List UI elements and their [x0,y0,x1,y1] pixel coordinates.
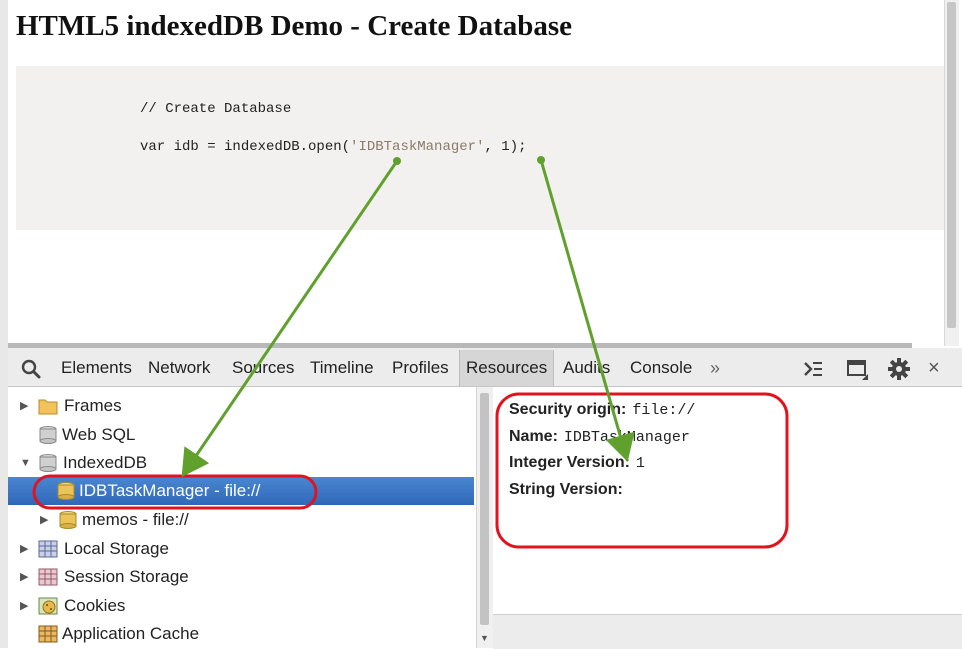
folder-icon [38,399,58,415]
database-details-panel: Security origin: file:// Name: IDBTaskMana… [493,387,962,614]
detail-key: Integer Version: [509,454,630,471]
tree-item-cookies[interactable]: ▶ Cookies [8,592,474,620]
sidebar-scrollbar-thumb[interactable] [480,393,489,625]
tree-item-session-storage[interactable]: ▶ Session Storage [8,563,474,591]
tree-item-application-cache[interactable]: Application Cache [8,620,474,648]
detail-string-version: String Version: [509,481,629,499]
tree-label: Frames [64,396,122,415]
tree-item-web-sql[interactable]: Web SQL [8,421,474,449]
detail-security-origin: Security origin: file:// [509,401,695,419]
expand-triangle-icon[interactable]: ▶ [40,506,48,534]
detail-name: Name: IDBTaskManager [509,428,690,446]
dock-icon[interactable] [846,358,868,380]
code-comment: // Create Database [140,101,292,117]
page-scrollbar-thumb[interactable] [947,2,956,328]
tab-sources[interactable]: Sources [232,350,294,386]
expand-triangle-icon[interactable]: ▶ [20,592,28,620]
expand-triangle-icon[interactable]: ▶ [20,563,28,591]
database-icon [59,511,77,529]
detail-key: Name: [509,428,558,445]
tree-item-memos[interactable]: ▶ memos - file:// [8,506,474,534]
detail-value: 1 [635,455,645,472]
tab-console[interactable]: Console [630,350,692,386]
code-version-number: 1 [501,139,510,155]
code-db-name-string: 'IDBTaskManager' [350,139,485,155]
tab-timeline[interactable]: Timeline [310,350,374,386]
tabs-overflow-chevron[interactable]: » [710,350,720,386]
tree-label: IDBTaskManager - file:// [79,481,261,500]
tree-label: IndexedDB [63,453,148,472]
resources-sidebar-tree: ▶ Frames Web SQL ▼ IndexedDB IDBTaskMana… [8,387,476,648]
code-mid: , [484,139,502,155]
tree-label: Session Storage [64,567,189,586]
details-footer [493,614,962,649]
grid-icon [38,625,58,643]
tree-label: memos - file:// [82,510,189,529]
tab-network[interactable]: Network [148,350,210,386]
database-icon [39,426,57,444]
tree-label: Local Storage [64,539,169,558]
tree-item-local-storage[interactable]: ▶ Local Storage [8,535,474,563]
collapse-triangle-icon[interactable]: ▼ [20,449,31,477]
detail-value: file:// [632,402,696,419]
search-icon[interactable] [20,358,42,380]
expand-triangle-icon[interactable]: ▶ [20,535,28,563]
tree-item-frames[interactable]: ▶ Frames [8,392,474,420]
page-scrollbar[interactable] [944,0,959,346]
detail-value: IDBTaskManager [563,429,690,446]
database-icon [39,454,57,472]
tree-item-indexeddb[interactable]: ▼ IndexedDB [8,449,474,477]
tree-label: Cookies [64,596,126,615]
tab-resources[interactable]: Resources [459,350,555,386]
tab-profiles[interactable]: Profiles [392,350,449,386]
code-suffix: ); [509,139,527,155]
close-icon[interactable]: × [928,350,940,386]
tree-label: Web SQL [62,425,136,444]
detail-key: Security origin: [509,401,627,418]
devtools-toolbar: Elements Network Sources Timeline Profil… [8,350,962,387]
detail-integer-version: Integer Version: 1 [509,454,645,472]
tab-audits[interactable]: Audits [563,350,610,386]
code-statement: var idb = indexedDB.open('IDBTaskManager… [140,139,527,155]
sidebar-scrollbar[interactable]: ▼ [476,387,493,648]
tab-elements[interactable]: Elements [61,350,132,386]
table-icon [38,540,58,558]
code-block: // Create Database var idb = indexedDB.o… [16,66,952,230]
detail-key: String Version: [509,481,623,498]
expand-triangle-icon[interactable]: ▶ [20,392,28,420]
cookie-icon [38,597,58,615]
page-title: HTML5 indexedDB Demo - Create Database [16,10,573,42]
database-icon [57,482,75,500]
devtools-panel: Elements Network Sources Timeline Profil… [8,348,962,649]
table-icon [38,568,58,586]
scroll-down-arrow-icon[interactable]: ▼ [480,633,489,643]
tree-item-idbtaskmanager[interactable]: IDBTaskManager - file:// [8,477,474,505]
tree-label: Application Cache [62,624,200,643]
page-content: HTML5 indexedDB Demo - Create Database /… [8,0,952,346]
code-prefix: var idb = indexedDB.open( [140,139,351,155]
console-drawer-icon[interactable] [802,358,824,380]
settings-gear-icon[interactable] [888,358,910,380]
